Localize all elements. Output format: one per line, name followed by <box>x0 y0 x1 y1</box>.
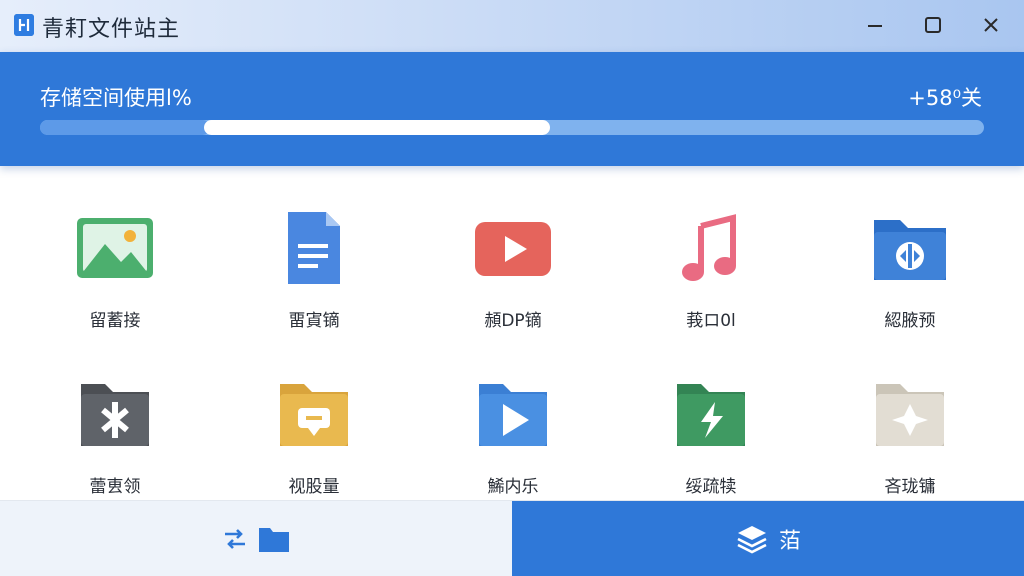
category-tile[interactable]: 留蓄接 <box>15 176 215 331</box>
category-tile[interactable]: 吝珑镛 <box>810 342 1010 497</box>
title-bar: 青耓文件站主 <box>0 0 1024 52</box>
category-tile[interactable]: 蕾叀领 <box>15 342 215 497</box>
chat-folder-icon <box>274 376 354 452</box>
close-button[interactable] <box>974 10 1008 40</box>
primary-action-label: 萡 <box>778 529 801 554</box>
storage-progress-bar <box>40 120 984 135</box>
category-label: 頳DP镝 <box>484 311 542 331</box>
category-label: 綛腋预 <box>884 311 936 331</box>
app-logo-icon <box>14 14 34 36</box>
maximize-button[interactable] <box>916 10 950 40</box>
category-tile[interactable]: 畱寊镝 <box>214 176 414 331</box>
category-label: 莪ロ0l <box>686 311 736 331</box>
document-icon <box>274 210 354 286</box>
category-tile[interactable]: 綛腋预 <box>810 176 1010 331</box>
play-folder-icon <box>473 376 553 452</box>
category-tile[interactable]: 绥疏犊 <box>611 342 811 497</box>
category-tile[interactable]: 鯑内乐 <box>413 342 613 497</box>
music-icon <box>671 210 751 286</box>
progress-used-segment <box>40 120 210 135</box>
folder-icon <box>259 528 289 552</box>
app-folder-icon <box>75 376 155 452</box>
category-label: 视股量 <box>288 477 340 497</box>
category-tile[interactable]: 视股量 <box>214 342 414 497</box>
minimize-button[interactable] <box>858 10 892 40</box>
category-label: 留蓄接 <box>89 311 141 331</box>
window-title: 青耓文件站主 <box>42 17 181 42</box>
bottom-action-bar: 萡 <box>0 500 1024 576</box>
category-grid: 留蓄接 畱寊镝 頳DP镝 莪ロ0l 綛腋预 蕾叀领 视股量 鯑内乐 绥疏犊 吝珑… <box>0 176 1024 500</box>
split-folder-icon <box>671 376 751 452</box>
primary-action-button[interactable]: 萡 <box>512 501 1024 576</box>
category-tile[interactable]: 頳DP镝 <box>413 176 613 331</box>
close-icon <box>984 18 998 32</box>
transfer-button[interactable] <box>0 501 512 576</box>
storage-usage-label: 存储空间使用l% <box>40 86 192 110</box>
category-tile[interactable]: 莪ロ0l <box>611 176 811 331</box>
progress-fill-segment <box>204 120 550 135</box>
category-label: 畱寊镝 <box>288 311 340 331</box>
layers-icon <box>737 526 767 554</box>
maximize-icon <box>925 17 941 33</box>
transfer-icon <box>225 529 245 549</box>
minimize-icon <box>868 25 882 27</box>
category-label: 蕾叀领 <box>89 477 141 497</box>
archive-folder-icon <box>870 210 950 286</box>
star-folder-icon <box>870 376 950 452</box>
video-icon <box>473 210 553 286</box>
storage-panel: 存储空间使用l% +58⁰关 <box>0 52 1024 166</box>
category-label: 吝珑镛 <box>884 477 936 497</box>
category-label: 鯑内乐 <box>487 477 539 497</box>
storage-amount: +58⁰关 <box>908 86 982 110</box>
category-label: 绥疏犊 <box>685 477 737 497</box>
image-icon <box>75 210 155 286</box>
